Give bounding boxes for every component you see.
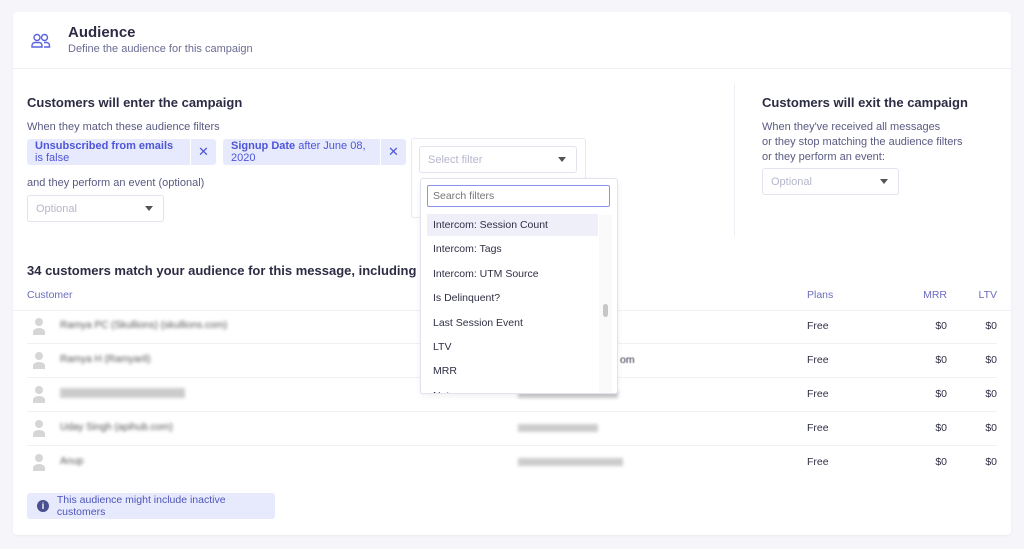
ltv-cell: $0 [985,388,997,400]
select-filter-dropdown[interactable]: Select filter [419,146,577,173]
scrollbar-thumb[interactable] [603,304,608,317]
filter-option[interactable]: Intercom: Tags [427,238,598,260]
ltv-cell: $0 [985,354,997,366]
header-divider [13,68,1011,69]
mrr-cell: $0 [935,388,947,400]
plan-cell: Free [807,422,829,434]
exit-event-select[interactable]: Optional [762,168,899,195]
filter-option[interactable]: MRR [427,360,598,382]
page-subtitle: Define the audience for this campaign [68,43,253,55]
ltv-cell: $0 [985,320,997,332]
chip-field: Unsubscribed from emails [35,140,174,152]
exit-line: or they stop matching the audience filte… [762,136,963,148]
enter-title: Customers will enter the campaign [27,95,243,110]
matches-title: 34 customers match your audience for thi… [27,263,417,278]
chevron-down-icon [145,206,153,211]
filter-option[interactable]: Is Delinquent? [427,287,598,309]
exit-line: When they've received all messages [762,121,941,133]
customer-name[interactable]: Ramya H (Ramyaril) [60,354,151,365]
chevron-down-icon [880,179,888,184]
plan-cell: Free [807,456,829,468]
filter-option[interactable]: LTV [427,336,598,358]
notice-text: This audience might include inactive cus… [56,494,226,518]
column-ltv: LTV [978,289,997,301]
users-icon [31,33,51,48]
filter-chip-unsubscribed[interactable]: Unsubscribed from emails is false ✕ [27,139,216,165]
inactive-notice: i This audience might include inactive c… [27,493,275,519]
avatar-icon [33,386,45,403]
mrr-cell: $0 [935,320,947,332]
row-divider [27,445,997,446]
remove-filter-icon[interactable]: ✕ [380,139,406,165]
avatar-icon [33,420,45,437]
mrr-cell: $0 [935,422,947,434]
chip-field: Signup Date [231,140,296,152]
filter-option[interactable]: Last Session Event [427,312,598,334]
plan-cell: Free [807,320,829,332]
column-mrr: MRR [923,289,947,301]
chip-condition: is false [35,152,70,164]
column-customer: Customer [27,289,73,301]
plan-cell: Free [807,354,829,366]
avatar-icon [33,352,45,369]
event-label: and they perform an event (optional) [27,177,205,189]
column-plans: Plans [807,289,834,301]
mrr-cell: $0 [935,354,947,366]
mrr-cell: $0 [935,456,947,468]
customer-name[interactable]: Ramya PC (Skullions) (skullions.com) [60,320,227,331]
row-divider [27,411,997,412]
filter-chip-signup-date[interactable]: Signup Date after June 08, 2020 ✕ [223,139,406,165]
dropdown-scrollbar[interactable] [599,215,612,393]
ltv-cell: $0 [985,422,997,434]
plan-cell: Free [807,388,829,400]
filters-label: When they match these audience filters [27,121,220,133]
ltv-cell: $0 [985,456,997,468]
section-divider [734,84,735,236]
customer-name[interactable]: Anup [60,456,83,467]
customer-email-blurred [518,458,623,466]
select-filter-placeholder: Select filter [428,153,483,166]
search-filters-input[interactable] [427,185,610,207]
customer-email-blurred [518,424,598,432]
enter-event-select[interactable]: Optional [27,195,164,222]
event-placeholder: Optional [36,202,77,215]
remove-filter-icon[interactable]: ✕ [190,139,216,165]
info-icon: i [37,500,49,512]
filter-option[interactable]: Intercom: UTM Source [427,263,598,285]
customer-name[interactable] [60,388,185,401]
filter-option[interactable]: Intercom: Session Count [427,214,598,236]
chevron-down-icon [558,157,566,162]
page-title: Audience [68,24,136,41]
avatar-icon [33,318,45,335]
exit-line: or they perform an event: [762,151,885,163]
event-placeholder: Optional [771,175,812,188]
filter-option[interactable]: Notes [427,385,598,393]
customer-email: om [620,354,635,366]
filter-dropdown-menu: Intercom: Session CountIntercom: Tags Int… [420,178,618,394]
avatar-icon [33,454,45,471]
exit-title: Customers will exit the campaign [762,95,968,110]
customer-name[interactable]: Uday Singh (apihub.com) [60,422,173,433]
